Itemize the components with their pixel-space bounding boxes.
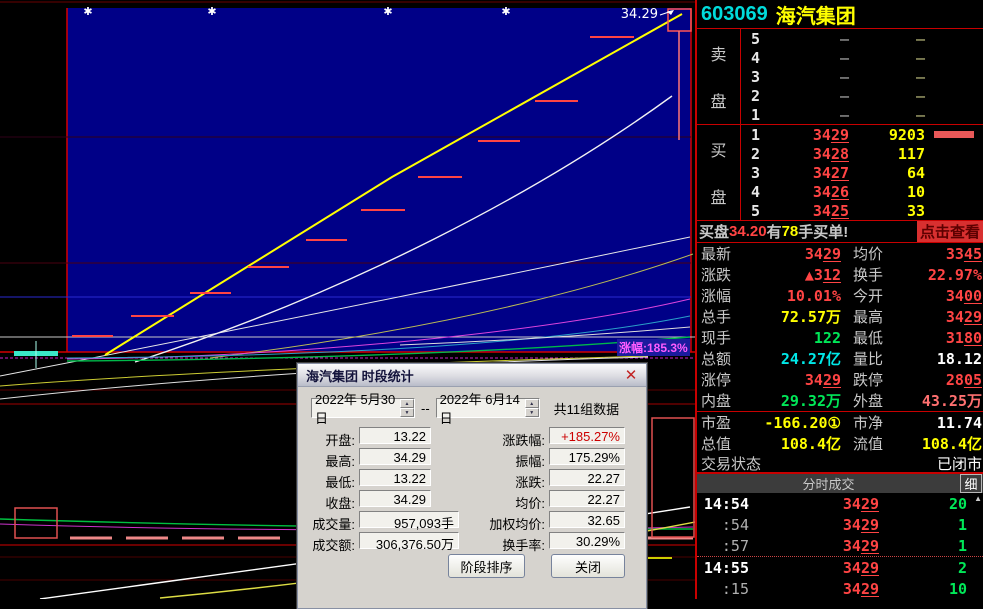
- high-value: 34.29: [359, 448, 431, 465]
- tick-row: 14:55 3429 2: [697, 556, 983, 578]
- sell-side-label: 卖 盘: [697, 29, 741, 124]
- statistics-fields: 开盘: 13.22 涨跌幅: +185.27% 最高: 34.29 振幅: 17…: [298, 427, 646, 555]
- tick-list[interactable]: ▲ 14:54 3429 20 :54 3429 1 :57 3429 1 14…: [697, 493, 983, 599]
- turnover-value: 306,376.50万: [359, 532, 459, 549]
- field-label: 最低:: [298, 472, 355, 491]
- svg-text:✱: ✱: [207, 5, 216, 18]
- sell-row[interactable]: 5 — —: [741, 29, 983, 48]
- quote-panel: 603069 海汽集团 卖 盘 5 — — 4 — — 3 — —: [695, 0, 983, 599]
- close-value: 34.29: [359, 490, 431, 507]
- stat-row: 总值 108.4亿 流值 108.4亿: [697, 433, 983, 454]
- svg-text:✱: ✱: [501, 5, 510, 18]
- group-count-label: 共11组数据: [554, 399, 620, 418]
- change-percent-value: +185.27%: [549, 427, 625, 444]
- spinner-down-icon[interactable]: ▼: [400, 408, 414, 417]
- field-label: 开盘:: [298, 430, 355, 449]
- stat-row: 最新 3429 均价 3345: [697, 243, 983, 264]
- field-label: 涨跌幅:: [461, 430, 545, 449]
- sell-order-book: 卖 盘 5 — — 4 — — 3 — — 2: [697, 29, 983, 125]
- end-date-spinner: ▲ ▼: [525, 399, 539, 417]
- tick-row: 14:54 3429 20: [697, 493, 983, 514]
- sell-row[interactable]: 1 — —: [741, 105, 983, 124]
- spinner-down-icon[interactable]: ▼: [525, 408, 539, 417]
- buy-order-book: 买 盘 1 3429 9203 2 3428 117 3 3427 64: [697, 125, 983, 221]
- open-value: 13.22: [359, 427, 431, 444]
- dialog-titlebar[interactable]: 海汽集团 时段统计 ✕: [298, 364, 646, 387]
- tick-row: :15 3429 10: [697, 578, 983, 599]
- avg-price-value: 22.27: [549, 490, 625, 507]
- tick-row: :54 3429 1: [697, 514, 983, 535]
- field-label: 均价:: [461, 493, 545, 512]
- close-icon[interactable]: ✕: [621, 366, 641, 384]
- spinner-up-icon[interactable]: ▲: [400, 399, 414, 408]
- trading-status-row: 交易状态 已闭市: [697, 454, 983, 473]
- stock-name: 海汽集团: [776, 0, 856, 29]
- field-label: 加权均价:: [461, 514, 545, 533]
- spinner-up-icon[interactable]: ▲: [525, 399, 539, 408]
- field-label: 振幅:: [461, 451, 545, 470]
- quote-stats: 最新 3429 均价 3345 涨跌 ▲312 换手 22.97% 涨幅 10.…: [697, 243, 983, 412]
- volume-bar: [934, 131, 974, 138]
- amplitude-value: 175.29%: [549, 448, 625, 465]
- sell-row[interactable]: 2 — —: [741, 86, 983, 105]
- buy-side-label: 买 盘: [697, 125, 741, 220]
- buy-row[interactable]: 4 3426 10: [741, 182, 983, 201]
- volume-value: 957,093手: [359, 511, 459, 528]
- tick-list-title: 分时成交: [697, 474, 960, 493]
- stat-row: 涨停 3429 跌停 2805: [697, 369, 983, 390]
- dialog-title: 海汽集团 时段统计: [306, 366, 414, 385]
- stat-row: 内盘 29.32万 外盘 43.25万: [697, 390, 983, 411]
- field-label: 成交量:: [298, 514, 355, 533]
- svg-text:✱: ✱: [383, 5, 392, 18]
- change-value: 22.27: [549, 469, 625, 486]
- close-button[interactable]: 关闭: [551, 554, 625, 578]
- tick-row: :57 3429 1: [697, 535, 983, 556]
- stat-row: 市盈 -166.20① 市净 11.74: [697, 412, 983, 433]
- field-label: 最高:: [298, 451, 355, 470]
- big-order-alert: 买盘34.20有78手买单! 点击查看: [697, 221, 983, 243]
- weighted-avg-value: 32.65: [549, 511, 625, 528]
- stat-row: 总额 24.27亿 量比 18.12: [697, 348, 983, 369]
- stat-row: 涨幅 10.01% 今开 3400: [697, 285, 983, 306]
- end-date-input[interactable]: 2022年 6月14日 ▲ ▼: [436, 398, 540, 418]
- svg-text:✱: ✱: [83, 5, 92, 18]
- gain-percent-label: 涨幅:185.3%: [617, 339, 690, 356]
- valuation-stats: 市盈 -166.20① 市净 11.74 总值 108.4亿 流值 108.4亿…: [697, 412, 983, 474]
- buy-row[interactable]: 5 3425 33: [741, 201, 983, 220]
- stat-row: 总手 72.57万 最高 3429: [697, 306, 983, 327]
- buy-row[interactable]: 3 3427 64: [741, 163, 983, 182]
- detail-button[interactable]: 细: [960, 474, 982, 493]
- stock-header: 603069 海汽集团: [697, 0, 983, 29]
- scroll-up-icon[interactable]: ▲: [974, 495, 982, 503]
- sell-row[interactable]: 3 — —: [741, 67, 983, 86]
- field-label: 收盘:: [298, 493, 355, 512]
- click-to-view-button[interactable]: 点击查看: [917, 221, 983, 242]
- stock-code: 603069: [701, 3, 768, 26]
- field-label: 成交额:: [298, 535, 355, 554]
- turnover-rate-value: 30.29%: [549, 532, 625, 549]
- price-annotation: 34.29: [621, 7, 658, 22]
- trading-status-value: 已闭市: [781, 453, 983, 474]
- start-date-input[interactable]: 2022年 5月30日 ▲ ▼: [311, 398, 415, 418]
- field-label: 涨跌:: [461, 472, 545, 491]
- sell-row[interactable]: 4 — —: [741, 48, 983, 67]
- start-date-spinner: ▲ ▼: [400, 399, 414, 417]
- stat-row: 现手 122 最低 3180: [697, 327, 983, 348]
- buy-row[interactable]: 1 3429 9203: [741, 125, 983, 144]
- period-statistics-dialog: 海汽集团 时段统计 ✕ 2022年 5月30日 ▲ ▼ -- 2022年 6月1…: [297, 363, 647, 609]
- low-value: 13.22: [359, 469, 431, 486]
- buy-row[interactable]: 2 3428 117: [741, 144, 983, 163]
- date-range-row: 2022年 5月30日 ▲ ▼ -- 2022年 6月14日 ▲ ▼ 共11组数…: [311, 398, 646, 418]
- date-separator: --: [421, 401, 430, 416]
- stat-row: 涨跌 ▲312 换手 22.97%: [697, 264, 983, 285]
- trading-status-label: 交易状态: [697, 453, 781, 474]
- period-sort-button[interactable]: 阶段排序: [448, 554, 525, 578]
- field-label: 换手率:: [461, 535, 545, 554]
- tick-list-header: 分时成交 细: [697, 474, 983, 493]
